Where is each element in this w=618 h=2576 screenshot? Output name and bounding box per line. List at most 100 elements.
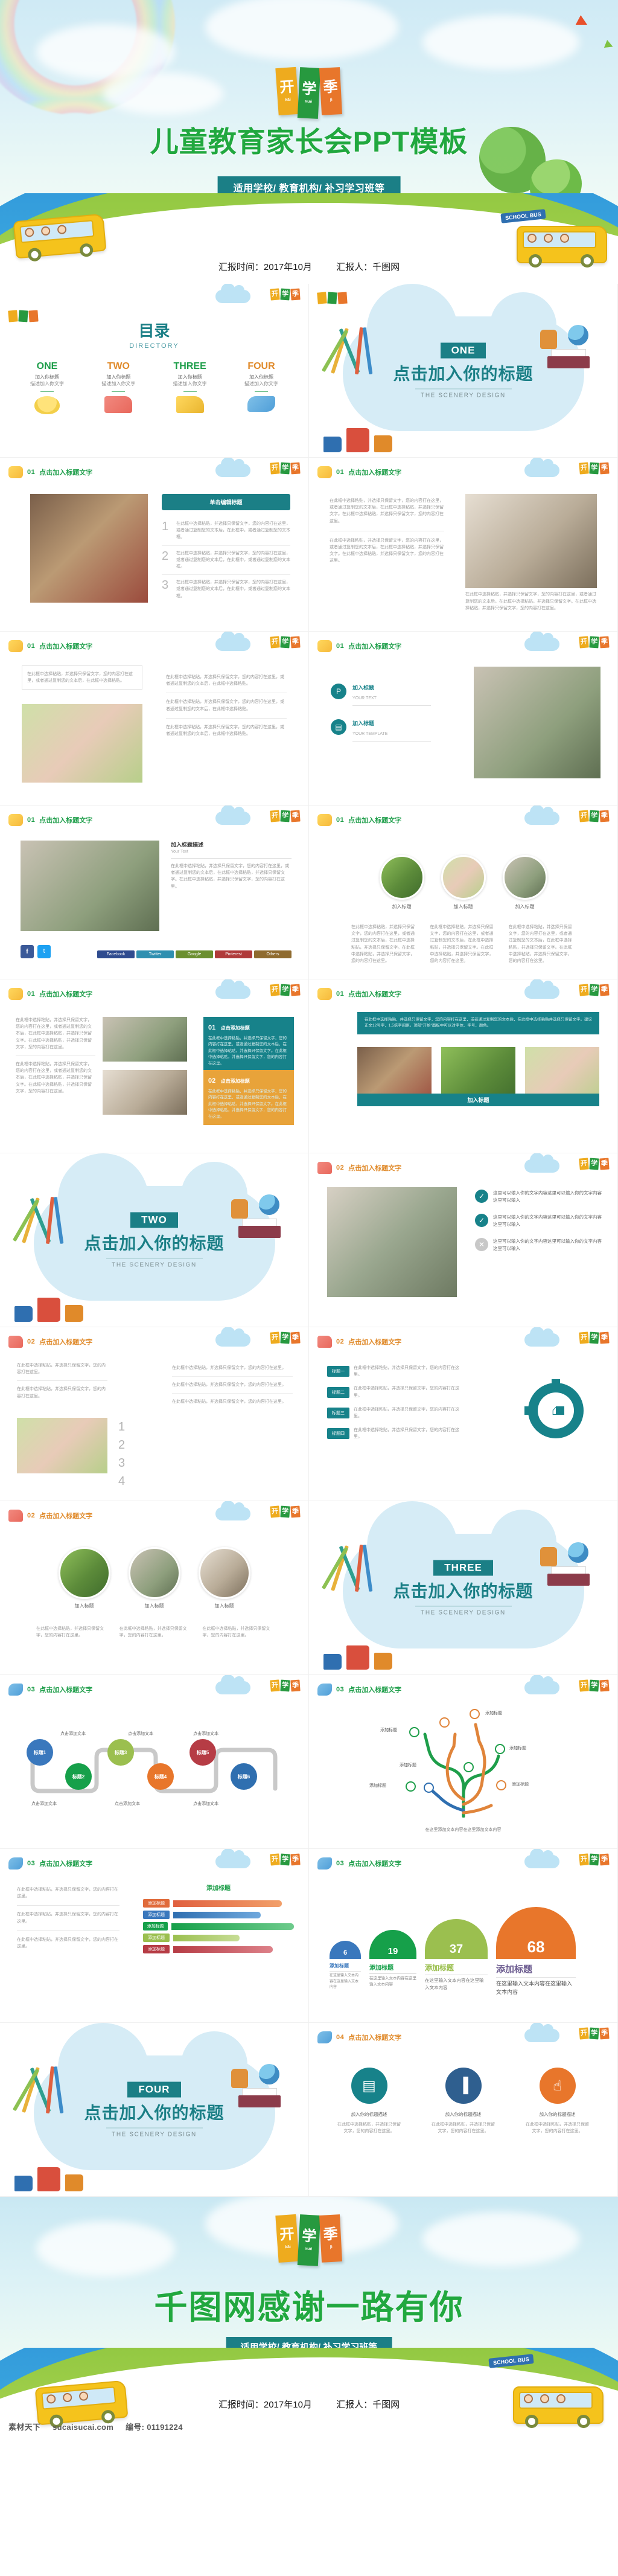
icon-tile[interactable]: ☝ 加入你的标题描述 在此框中选择粘贴，并选择只保留文字，您的内容打在这里。 (524, 2068, 591, 2135)
slide-header-number: 02 (27, 1338, 36, 1345)
circle-item[interactable]: 加入标题 (502, 855, 547, 910)
circle-item[interactable]: 加入标题 (379, 855, 424, 910)
slide-02-checklist[interactable]: 02 点击加入标题文字 开学季 ✓ 这里可以输入你的文字内容这里可以输入你的文字… (309, 1153, 618, 1327)
social-chip[interactable]: Google (176, 950, 213, 958)
slide-02-steps[interactable]: 02 点击加入标题文字 开学季 在此框中选择粘贴，并选择只保留文字，您的内容打在… (0, 1327, 309, 1501)
slide-divider-two[interactable]: TWO 点击加入你的标题 THE SCENERY DESIGN (0, 1153, 309, 1327)
circle-item[interactable]: 加入标题 (198, 1547, 250, 1609)
bar-chart-icon: ▐ (445, 2068, 482, 2104)
directory-item[interactable]: TWO 加入你标题 描述加入你文字 (88, 361, 148, 414)
mindmap-node[interactable] (406, 1781, 416, 1792)
slide-03-semicircle-chart[interactable]: 03 点击加入标题文字 开学季 6 19 37 68 添加标题 在这里输入文本内… (309, 1849, 618, 2023)
social-chip[interactable]: Facebook (97, 950, 135, 958)
kaixueji-logo-small: 开学季 (270, 984, 301, 996)
directory-item-title: 加入你标题 (106, 374, 131, 380)
photo-placeholder (327, 1187, 457, 1297)
icon-tile[interactable]: ▤ 加入你的标题描述 在此框中选择粘贴，并选择只保留文字，您的内容打在这里。 (336, 2068, 403, 2135)
lion-icon (317, 466, 332, 478)
flow-node[interactable]: 标题6 (231, 1763, 257, 1790)
slide-divider-one[interactable]: ONE 点击加入你的标题 THE SCENERY DESIGN (309, 284, 618, 458)
circle-item[interactable]: 加入标题 (58, 1547, 110, 1609)
mindmap-label: 添加标题 (400, 1763, 416, 1767)
slide-01-two-column[interactable]: 01 点击加入标题文字 开学季 在此框中选择粘贴，并选择只保留文字，您的内容打在… (309, 458, 618, 632)
number-card[interactable]: 02 点击添加标题 在此框中选择粘贴，并选择只保留文字，您的内容打在这里，或者通… (203, 1070, 294, 1125)
slide-01-three-photos[interactable]: 01 点击加入标题文字 开学季 在此框中选择粘贴，并选择只保留文字，您的内容打在… (309, 979, 618, 1153)
slide-divider-four[interactable]: FOUR 点击加入你的标题 THE SCENERY DESIGN (0, 2023, 309, 2197)
gear-icon: ⌂ (524, 1379, 584, 1438)
slide-directory[interactable]: 开 学 季 目录 DIRECTORY ONE 加入你标题 描述加入你文字 TWO (0, 284, 309, 458)
mindmap-label: 添加标题 (485, 1711, 502, 1716)
directory-item[interactable]: ONE 加入你标题 描述加入你文字 (17, 361, 77, 414)
slide-04-icon-tiles[interactable]: 04 点击加入标题文字 开学季 ▤ 加入你的标题描述 在此框中选择粘贴，并选择只… (309, 2023, 618, 2197)
mindmap-node[interactable] (470, 1709, 480, 1719)
kaixueji-logo-small: 开学季 (579, 1331, 610, 1344)
bar-row: 添加标题 (143, 1922, 294, 1930)
flow-node-title: 标题6 (237, 1773, 250, 1780)
cover-meta: 汇报时间：2017年10月 汇报人：千图网 (0, 260, 618, 273)
mindmap-node[interactable] (496, 1780, 506, 1790)
circle-item[interactable]: 加入标题 (441, 855, 486, 910)
directory-item[interactable]: THREE 加入你标题 描述加入你文字 (160, 361, 220, 414)
social-chip[interactable]: Pinterest (215, 950, 252, 958)
flow-node[interactable]: 标题2 (65, 1763, 92, 1790)
facebook-icon[interactable]: f (21, 945, 34, 958)
toy-car-icon (317, 1162, 332, 1174)
social-chip[interactable]: Others (254, 950, 291, 958)
gear-label: 标题三 (327, 1407, 349, 1418)
chart-description: 在这里输入文本内容在这里输入文本内容 (330, 1974, 359, 1990)
flow-node[interactable]: 标题1 (27, 1739, 53, 1766)
divider-subtitle-en: THE SCENERY DESIGN (112, 1261, 197, 1268)
bar-label: 添加标题 (143, 1945, 170, 1953)
slide-01-number-cards[interactable]: 01 点击加入标题文字 开学季 在此框中选择粘贴，并选择只保留文字，您的内容打在… (0, 979, 309, 1153)
flow-node[interactable]: 标题4 (147, 1763, 174, 1790)
mindmap-node[interactable] (409, 1727, 419, 1737)
check-item: ✓ 这里可以输入你的文字内容这里可以输入你的文字内容这里可以输入 (475, 1214, 602, 1228)
mindmap-label: 添加标题 (380, 1728, 397, 1732)
slide-01-numbered-list[interactable]: 01 点击加入标题文字 开学季 单击编辑标题 1 在此框中选择粘贴，并选择只保留… (0, 458, 309, 632)
circle-label: 加入标题 (453, 904, 473, 909)
number-card[interactable]: 01 点击添加标题 在此框中选择粘贴，并选择只保留文字，您的内容打在这里，或者通… (203, 1017, 294, 1072)
mindmap-node[interactable] (464, 1762, 474, 1772)
directory-item-number: THREE (173, 361, 206, 371)
list-item-number: 1 (162, 520, 169, 533)
mindmap-node[interactable] (495, 1744, 505, 1754)
body-text: 在此框中选择粘贴，并选择只保留文字，您的内容打在这里，或者通过复制您的文本后，在… (465, 592, 596, 610)
pin-item[interactable]: ▤ 加入标题 YOUR TEMPLATE (331, 719, 460, 742)
icon-tile[interactable]: ▐ 加入你的标题描述 在此框中选择粘贴，并选择只保留文字，您的内容打在这里。 (430, 2068, 497, 2135)
circle-item[interactable]: 加入标题 (128, 1547, 180, 1609)
twitter-icon[interactable]: t (37, 945, 51, 958)
photo-card[interactable]: 加入标题 (357, 1047, 599, 1106)
pin-item[interactable]: P 加入标题 YOUR TEXT (331, 684, 460, 706)
cross-icon: ✕ (475, 1238, 488, 1251)
social-chip[interactable]: Twitter (136, 950, 174, 958)
slide-header-text: 点击加入标题文字 (39, 817, 93, 824)
step-number: 1 (118, 1420, 126, 1434)
flow-node[interactable]: 标题3 (107, 1739, 134, 1766)
slide-02-gear[interactable]: 02 点击加入标题文字 开学季 标题一 在此框中选择粘贴，并选择只保留文字，您的… (309, 1327, 618, 1501)
slide-01-social[interactable]: 01 点击加入标题文字 开学季 加入标题描述 Your Text 在此框中选择粘… (0, 806, 309, 979)
slide-header: 01 点击加入标题文字 (317, 640, 401, 652)
chart-value: 6 (330, 1941, 361, 1959)
body-text: 在此框中选择粘贴，并选择只保留文字，您的内容打在这里。 (172, 1400, 286, 1405)
body-text: 在此框中选择粘贴，并选择只保留文字，您的内容打在这里。 (172, 1366, 286, 1370)
slide-03-bars[interactable]: 03 点击加入标题文字 开学季 在此框中选择粘贴，并选择只保留文字，您的内容打在… (0, 1849, 309, 2023)
slide-01-pins[interactable]: 01 点击加入标题文字 开学季 P 加入标题 YOUR TEXT ▤ 加入标题 … (309, 632, 618, 806)
slide-03-flow[interactable]: 03 点击加入标题文字 开学季 标题1 标题2 标题3 标题4 标题5 标题6 … (0, 1675, 309, 1849)
flow-node[interactable]: 标题5 (190, 1739, 216, 1766)
mindmap-node[interactable] (439, 1717, 450, 1728)
list-item: 1 在此框中选择粘贴，并选择只保留文字，您的内容打在这里，或者通过复制您的文本后… (162, 516, 290, 546)
number-card-num: 01 (208, 1024, 216, 1031)
slide-02-circles[interactable]: 02 点击加入标题文字 开学季 加入标题 加入标题 加入标题 在此框中选择粘贴，… (0, 1501, 309, 1675)
directory-item-number: FOUR (247, 361, 275, 371)
slide-01-profile[interactable]: 01 点击加入标题文字 开学季 在此框中选择粘贴，并选择只保留文字，您的内容打在… (0, 632, 309, 806)
slide-divider-three[interactable]: THREE 点击加入你的标题 THE SCENERY DESIGN (309, 1501, 618, 1675)
closing-slide: 开 kāi 学 xué 季 jì 千图网感谢一路有你 适用学校/ 教育机构/ 补… (0, 2197, 618, 2438)
slide-01-circles[interactable]: 01 点击加入标题文字 开学季 加入标题 加入标题 加入标题 在此框中选择粘贴，… (309, 806, 618, 979)
slide-header-text: 点击加入标题文字 (39, 991, 93, 998)
directory-item[interactable]: FOUR 加入你标题 描述加入你文字 (231, 361, 291, 414)
slide-03-mindmap[interactable]: 03 点击加入标题文字 开学季 添加标题 添加标题 添加标题 添加标题 添加标题… (309, 1675, 618, 1849)
thumbs-up-icon: ☝ (539, 2068, 576, 2104)
toy-car-icon (8, 1336, 23, 1348)
kaixueji-logo: 开 kāi 学 xué 季 jì (275, 2214, 343, 2266)
mindmap-node[interactable] (424, 1783, 434, 1793)
